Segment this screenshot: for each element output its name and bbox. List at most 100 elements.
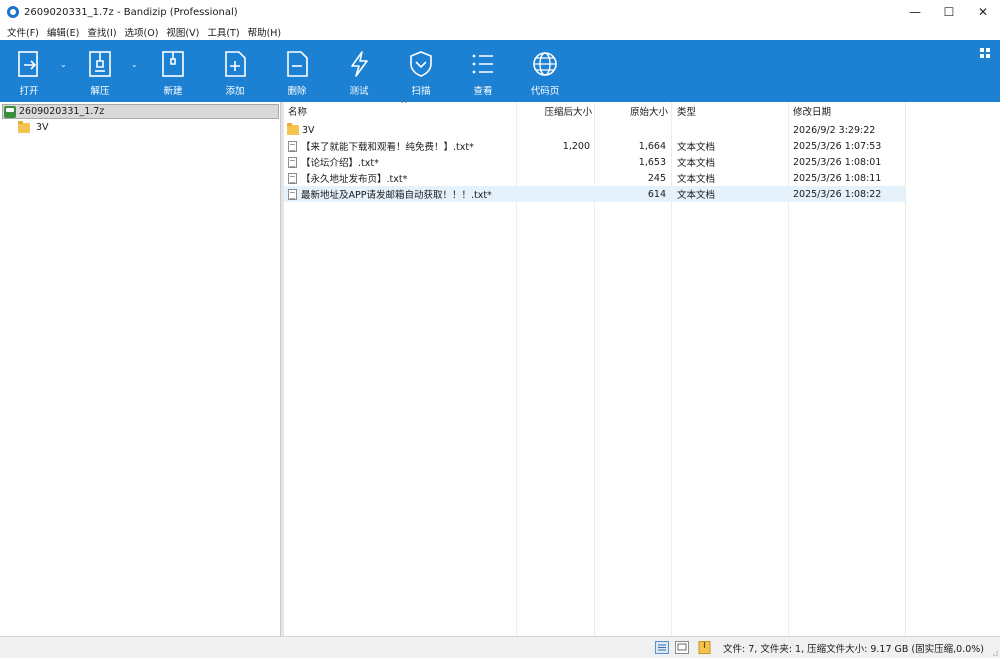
packed-size — [516, 122, 590, 138]
list-header: 名称 ^ 压缩后大小 原始大小 类型 修改日期 — [284, 100, 1000, 120]
column-header-name[interactable]: 名称 ^ — [288, 100, 514, 120]
list-item-file[interactable]: 【论坛介绍】.txt* 1,653 文本文档 2025/3/26 1:08:01 — [284, 154, 905, 170]
modified-date: 2025/3/26 1:08:01 — [793, 156, 882, 168]
menu-find[interactable]: 查找(I) — [84, 25, 119, 39]
list-view-icon — [472, 54, 493, 74]
extract-button[interactable]: 解压 — [77, 40, 123, 102]
new-button[interactable]: 新建 — [150, 40, 196, 102]
file-list: 名称 ^ 压缩后大小 原始大小 类型 修改日期 3V 2026/9/2 3:29… — [284, 100, 1000, 636]
open-icon — [18, 51, 38, 77]
sort-ascending-icon: ^ — [400, 100, 408, 110]
minimize-button[interactable]: — — [898, 0, 932, 24]
layout-grid-icon[interactable] — [980, 48, 990, 58]
scan-label: 扫描 — [411, 86, 431, 97]
modified-date: 2026/9/2 3:29:22 — [793, 124, 876, 136]
window-controls: — ☐ ✕ — [898, 0, 1000, 24]
lightning-icon — [351, 51, 368, 77]
menu-file[interactable]: 文件(F) — [4, 25, 42, 39]
file-type — [677, 122, 787, 138]
file-type: 文本文档 — [677, 158, 716, 169]
delete-button[interactable]: 删除 — [274, 40, 320, 102]
add-file-icon — [225, 51, 246, 77]
file-type: 文本文档 — [677, 142, 716, 153]
bandizip-app-icon — [7, 6, 19, 18]
shield-icon — [410, 51, 432, 77]
file-name: 【永久地址发布页】.txt* — [301, 174, 408, 185]
status-bar: 文件: 7, 文件夹: 1, 压缩文件大小: 9.17 GB (固实压缩,0.0… — [0, 636, 1000, 658]
text-file-icon — [288, 172, 297, 184]
test-button[interactable]: 测试 — [336, 40, 382, 102]
delete-file-icon — [287, 51, 308, 77]
modified-date: 2025/3/26 1:08:22 — [793, 188, 882, 200]
archive-icon — [4, 105, 16, 118]
new-archive-icon — [162, 51, 184, 77]
original-size: 614 — [647, 188, 666, 200]
menu-help[interactable]: 帮助(H) — [245, 25, 285, 39]
packed-size — [516, 170, 590, 186]
list-item-file[interactable]: 【来了就能下载和观看！纯免费！】.txt* 1,200 1,664 文本文档 2… — [284, 138, 905, 154]
original-size: 1,653 — [638, 156, 666, 168]
column-header-modified[interactable]: 修改日期 — [793, 102, 903, 120]
close-button[interactable]: ✕ — [966, 0, 1000, 24]
text-file-icon — [288, 156, 297, 168]
toolbar: 打开 ⌄ 解压 ⌄ 新建 添加 删除 测试 扫描 查看 代码页 — [0, 40, 1000, 102]
modified-date: 2025/3/26 1:07:53 — [793, 140, 882, 152]
file-name: 3V — [302, 124, 315, 136]
window-title: 2609020331_1.7z - Bandizip (Professional… — [24, 6, 238, 18]
modified-date: 2025/3/26 1:08:11 — [793, 172, 882, 184]
list-item-file[interactable]: 【永久地址发布页】.txt* 245 文本文档 2025/3/26 1:08:1… — [284, 170, 905, 186]
codepage-button[interactable]: 代码页 — [522, 40, 568, 102]
list-item-file-selected[interactable]: 最新地址及APP请发邮箱自动获取！！！.txt* 614 文本文档 2025/3… — [284, 186, 905, 202]
globe-icon — [533, 52, 557, 76]
codepage-label: 代码页 — [530, 86, 560, 97]
tree-item-label: 3V — [36, 122, 49, 133]
folder-icon — [287, 123, 299, 135]
tree-item-label: 2609020331_1.7z — [19, 106, 105, 117]
add-label: 添加 — [225, 86, 245, 97]
menu-edit[interactable]: 编辑(E) — [44, 25, 82, 39]
text-file-icon — [288, 188, 297, 200]
menu-tools[interactable]: 工具(T) — [204, 25, 242, 39]
packed-size — [516, 186, 590, 202]
file-type: 文本文档 — [677, 174, 716, 185]
column-header-type[interactable]: 类型 — [677, 102, 787, 120]
file-name: 最新地址及APP请发邮箱自动获取！！！.txt* — [301, 190, 492, 201]
packed-size — [516, 154, 590, 170]
original-size: 245 — [647, 172, 666, 184]
text-file-icon — [288, 140, 297, 152]
tree-item-archive-root[interactable]: 2609020331_1.7z — [2, 104, 279, 119]
add-button[interactable]: 添加 — [212, 40, 258, 102]
details-view-icon[interactable] — [655, 641, 669, 654]
thumbnail-view-icon[interactable] — [675, 641, 689, 654]
tree-item-3v[interactable]: 3V — [18, 120, 49, 135]
original-size — [594, 122, 666, 138]
scan-button[interactable]: 扫描 — [398, 40, 444, 102]
menu-bar: 文件(F) 编辑(E) 查找(I) 选项(O) 视图(V) 工具(T) 帮助(H… — [0, 24, 1000, 40]
file-type: 文本文档 — [677, 190, 716, 201]
file-name: 【论坛介绍】.txt* — [301, 158, 379, 169]
extract-label: 解压 — [90, 86, 110, 97]
test-label: 测试 — [349, 86, 369, 97]
list-item-folder[interactable]: 3V 2026/9/2 3:29:22 — [284, 122, 905, 138]
open-label: 打开 — [19, 86, 39, 97]
resize-grip-icon[interactable] — [990, 648, 998, 656]
open-button[interactable]: 打开 — [6, 40, 52, 102]
menu-view[interactable]: 视图(V) — [163, 25, 202, 39]
open-dropdown-icon[interactable]: ⌄ — [60, 60, 67, 69]
new-label: 新建 — [163, 86, 183, 97]
menu-options[interactable]: 选项(O) — [122, 25, 162, 39]
file-name: 【来了就能下载和观看！纯免费！】.txt* — [301, 142, 474, 153]
folder-tree-panel: 2609020331_1.7z 3V — [0, 102, 281, 636]
archive-info-icon[interactable] — [698, 641, 712, 654]
status-summary: 文件: 7, 文件夹: 1, 压缩文件大小: 9.17 GB (固实压缩,0.0… — [723, 644, 984, 655]
extract-dropdown-icon[interactable]: ⌄ — [131, 60, 138, 69]
folder-icon — [18, 120, 30, 133]
title-bar: 2609020331_1.7z - Bandizip (Professional… — [0, 0, 1000, 24]
maximize-button[interactable]: ☐ — [932, 0, 966, 24]
column-header-packed-size[interactable]: 压缩后大小 — [516, 102, 592, 120]
view-button[interactable]: 查看 — [460, 40, 506, 102]
column-header-original-size[interactable]: 原始大小 — [594, 102, 668, 120]
delete-label: 删除 — [287, 86, 307, 97]
original-size: 1,664 — [638, 140, 666, 152]
packed-size: 1,200 — [562, 140, 590, 152]
